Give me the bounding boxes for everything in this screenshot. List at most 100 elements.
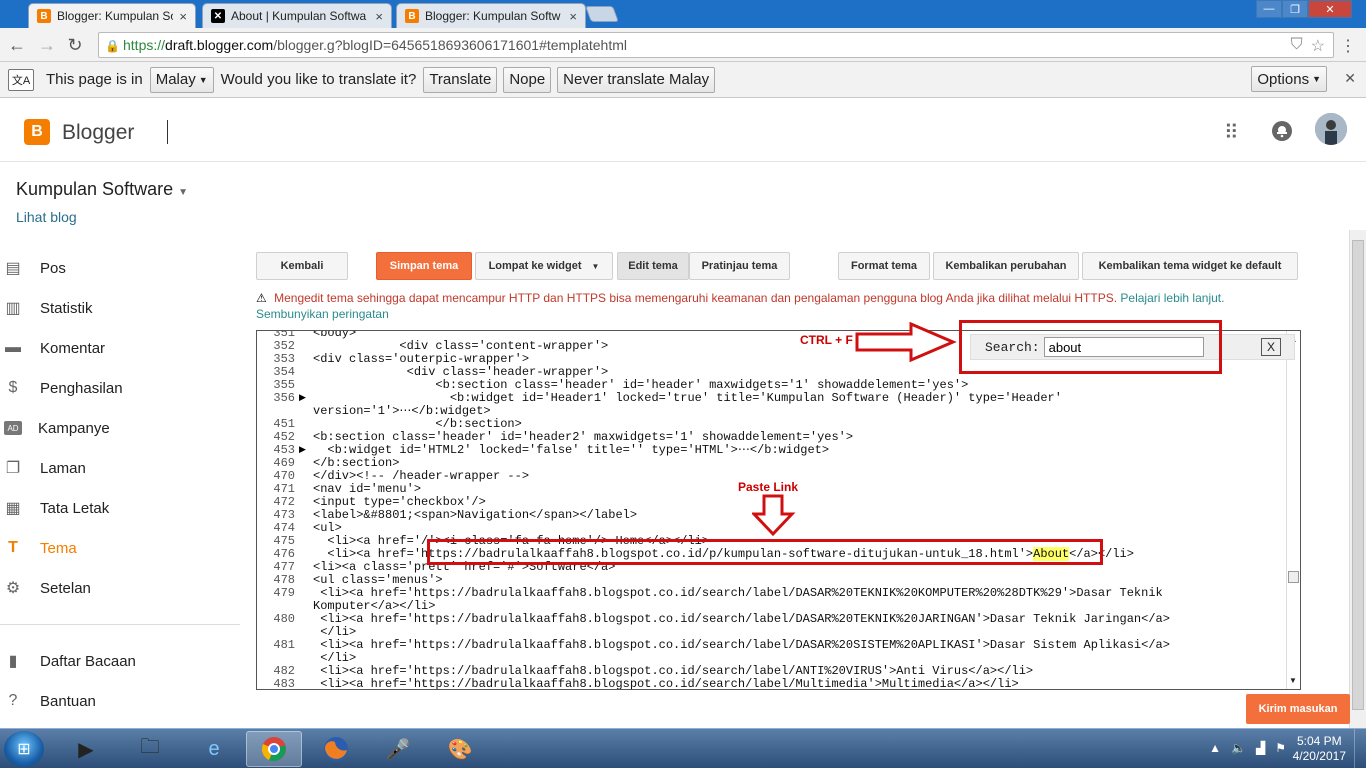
url-scheme: https:// <box>123 37 166 53</box>
translate-prefix: This page is in <box>46 71 143 88</box>
sidebar-item-daftar-bacaan[interactable]: ▮ Daftar Bacaan <box>0 641 240 681</box>
back-button[interactable]: ← <box>6 34 28 56</box>
sidebar-item-pos[interactable]: ▤ Pos <box>0 248 240 288</box>
show-desktop-button[interactable] <box>1354 729 1366 769</box>
close-icon[interactable]: × <box>179 9 187 24</box>
hide-warning-link[interactable]: Sembunyikan peringatan <box>256 307 389 321</box>
options-dropdown[interactable]: Options ▼ <box>1251 66 1327 92</box>
close-icon[interactable]: ✕ <box>1344 70 1356 87</box>
jump-to-widget-dropdown[interactable]: Lompat ke widget ▼ <box>475 252 613 280</box>
reset-widgets-button[interactable]: Kembalikan tema widget ke default <box>1082 252 1298 280</box>
window-close-button[interactable]: ✕ <box>1308 0 1352 18</box>
url-input[interactable]: 🔒 https:// draft.blogger.com /blogger.g?… <box>98 32 1334 58</box>
scroll-thumb[interactable] <box>1288 571 1299 583</box>
flag-icon[interactable]: ⚑ <box>1275 741 1286 755</box>
sidebar-item-komentar[interactable]: ▬ Komentar <box>0 328 240 368</box>
volume-icon[interactable]: 🔈 <box>1231 741 1246 755</box>
shield-icon[interactable]: ⛉ <box>1291 36 1303 56</box>
tab-blogger-2[interactable]: B Blogger: Kumpulan Softw × <box>396 3 586 28</box>
close-icon[interactable]: × <box>569 9 577 24</box>
sidebar-item-bantuan[interactable]: ? Bantuan <box>0 681 240 721</box>
fold-arrow-icon[interactable]: ▶ <box>299 444 306 457</box>
tray-expand-icon[interactable]: ▲ <box>1209 741 1221 755</box>
tab-title: Blogger: Kumpulan Softw <box>425 9 561 23</box>
new-tab-button[interactable] <box>585 6 619 22</box>
language-select[interactable]: Malay ▼ <box>149 66 214 93</box>
chevron-down-icon: ▼ <box>198 74 208 85</box>
scroll-down-icon[interactable]: ▼ <box>1289 676 1297 685</box>
avatar[interactable] <box>1315 113 1347 145</box>
options-label: Options <box>1257 70 1310 88</box>
apps-grid-icon[interactable]: ⠿ <box>1224 120 1239 145</box>
nope-button[interactable]: Nope <box>503 66 552 93</box>
ie-icon[interactable]: e <box>186 731 242 767</box>
never-translate-button[interactable]: Never translate Malay <box>557 66 716 93</box>
url-path: /blogger.g?blogID=6456518693606171601#te… <box>273 37 627 53</box>
annotation-paste-link: Paste Link <box>738 480 799 494</box>
start-button[interactable]: ⊞ <box>4 731 44 767</box>
code-text: <li><a href='https://badrulalkaaffah8.bl… <box>313 612 1170 626</box>
ad-icon: AD <box>4 421 22 435</box>
star-icon[interactable]: ☆ <box>1311 36 1325 56</box>
notifications-icon[interactable] <box>1271 120 1293 148</box>
code-text: <li><a href='https://badrulalkaaffah8.bl… <box>313 586 1163 600</box>
sidebar-item-setelan[interactable]: ⚙ Setelan <box>0 568 240 608</box>
sidebar-item-label: Statistik <box>40 299 93 317</box>
save-theme-button[interactable]: Simpan tema <box>376 252 472 280</box>
tab-about[interactable]: ✕ About | Kumpulan Softwa × <box>202 3 392 28</box>
media-player-icon[interactable]: ▶ <box>58 731 114 767</box>
firefox-icon[interactable] <box>308 731 364 767</box>
forward-button[interactable]: → <box>36 34 58 56</box>
back-button[interactable]: Kembali <box>256 252 348 280</box>
editor-scrollbar[interactable]: ▲ ▼ <box>1286 331 1300 689</box>
edit-theme-button[interactable]: Edit tema <box>617 252 689 280</box>
paint-icon[interactable]: 🎨 <box>432 731 488 767</box>
sidebar-item-penghasilan[interactable]: $ Penghasilan <box>0 368 240 408</box>
scroll-thumb[interactable] <box>1352 240 1364 710</box>
line-number: 480 <box>273 612 295 626</box>
theme-icon: T <box>8 539 18 556</box>
tab-blogger-1[interactable]: B Blogger: Kumpulan Softw × <box>28 3 196 28</box>
line-number: 481 <box>273 638 295 652</box>
revert-changes-button[interactable]: Kembalikan perubahan <box>933 252 1079 280</box>
view-blog-link[interactable]: Lihat blog <box>16 209 77 225</box>
sidebar-item-statistik[interactable]: ▥ Statistik <box>0 288 240 328</box>
close-icon[interactable]: × <box>375 9 383 24</box>
preview-theme-button[interactable]: Pratinjau tema <box>689 252 790 280</box>
sidebar-item-laman[interactable]: ❐ Laman <box>0 448 240 488</box>
sidebar-item-tema[interactable]: T Tema <box>0 528 240 568</box>
comment-icon: ▬ <box>5 339 21 356</box>
code-text: <li><a href='https://badrulalkaaffah8.bl… <box>313 677 1019 690</box>
network-icon[interactable]: ▟ <box>1256 741 1265 755</box>
pages-icon: ❐ <box>5 460 21 477</box>
layout-icon: ▦ <box>5 500 21 517</box>
send-feedback-button[interactable]: Kirim masukan <box>1246 694 1350 724</box>
clock[interactable]: 5:04 PM 4/20/2017 <box>1293 734 1346 764</box>
sidebar-item-tata-letak[interactable]: ▦ Tata Letak <box>0 488 240 528</box>
browser-menu-icon[interactable]: ⋮ <box>1340 36 1356 56</box>
microphone-icon[interactable]: 🎤 <box>370 731 426 767</box>
translate-button[interactable]: Translate <box>423 66 498 93</box>
chrome-icon[interactable] <box>246 731 302 767</box>
fold-arrow-icon[interactable]: ▶ <box>299 392 306 405</box>
line-number: 479 <box>273 586 295 600</box>
app-title[interactable]: Blogger <box>62 121 134 145</box>
search-close-button[interactable]: X <box>1261 338 1281 356</box>
annotation-search-box <box>959 320 1222 374</box>
reload-button[interactable]: ↻ <box>64 34 86 56</box>
learn-more-link[interactable]: Pelajari lebih lanjut. <box>1120 291 1224 305</box>
clock-time: 5:04 PM <box>1296 734 1342 748</box>
page-scrollbar[interactable] <box>1349 230 1366 728</box>
sidebar-item-label: Pos <box>40 259 66 277</box>
sidebar-item-kampanye[interactable]: AD Kampanye <box>0 408 240 448</box>
blogger-logo-icon[interactable]: B <box>24 119 50 145</box>
translate-bar: 文A This page is in Malay ▼ Would you like… <box>0 62 1366 98</box>
blog-name[interactable]: Kumpulan Software ▼ <box>16 179 188 200</box>
line-number: 356 <box>273 391 295 405</box>
maximize-button[interactable]: ❐ <box>1282 0 1308 18</box>
sidebar-item-label: Setelan <box>40 579 91 597</box>
translate-icon: 文A <box>8 68 34 91</box>
minimize-button[interactable]: — <box>1256 0 1282 18</box>
explorer-icon[interactable]: 🗀 <box>122 731 178 767</box>
format-theme-button[interactable]: Format tema <box>838 252 930 280</box>
